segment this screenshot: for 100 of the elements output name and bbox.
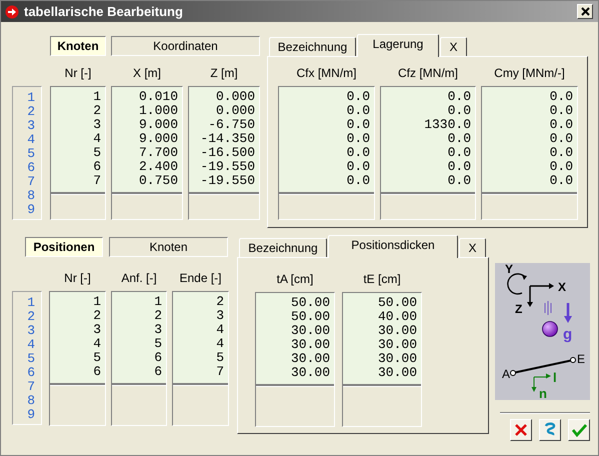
tab[interactable]: Bezeichnung xyxy=(269,37,356,56)
table-cell-text: 2.400 xyxy=(138,160,178,174)
table-cell-text: 4 xyxy=(92,337,101,351)
table-cell-text: 7.700 xyxy=(138,146,178,160)
table-cell-text: 30.00 xyxy=(290,366,330,380)
tab[interactable]: Bezeichnung xyxy=(239,238,327,257)
table-cell-text: 30.00 xyxy=(290,352,330,366)
table-cell-text: 6 xyxy=(92,160,101,174)
axis-label: Z xyxy=(515,302,522,316)
hatch-lines-icon xyxy=(544,300,552,316)
row-number: 5 xyxy=(27,147,35,161)
ok-button[interactable] xyxy=(568,419,590,441)
table-cell-text: 0.0 xyxy=(548,146,573,160)
window-title: tabellarische Bearbeitung xyxy=(24,4,183,19)
table-cell-text: 0.0 xyxy=(346,118,370,132)
column-header: tA [cm] xyxy=(276,271,314,287)
node-label: A xyxy=(502,367,510,381)
table-cell-text: 1.000 xyxy=(138,104,178,118)
row-number: 3 xyxy=(27,119,35,133)
table-cell-text: 50.00 xyxy=(290,296,330,310)
local-axes-drawing xyxy=(532,374,551,392)
row-number: 9 xyxy=(27,408,35,422)
axis-label: Y xyxy=(505,263,514,276)
table-cell-text: -16.500 xyxy=(199,146,255,160)
cancel-button[interactable] xyxy=(510,419,532,441)
axis-label: l xyxy=(553,370,557,385)
row-number: 1 xyxy=(27,91,35,105)
tab[interactable]: Lagerung xyxy=(357,34,439,57)
column-header: Cfx [MN/m] xyxy=(296,65,358,81)
table-cell-text: 40.00 xyxy=(376,310,417,324)
table-cell-text: 0.0 xyxy=(346,132,370,146)
table-cell-text: 7 xyxy=(92,174,101,188)
table-cell-text: 3 xyxy=(215,309,224,323)
row-number: 2 xyxy=(27,105,35,119)
table-cell-text: 0.750 xyxy=(138,174,178,188)
table-cell-text: 0.000 xyxy=(214,90,255,104)
row-number: 5 xyxy=(27,352,35,366)
table-cell-text: 5 xyxy=(215,351,224,365)
table-cell-text: 5 xyxy=(92,146,101,160)
axis-label: n xyxy=(539,386,547,400)
table-cell-text: 4 xyxy=(215,337,224,351)
table-cell-text: 6 xyxy=(92,365,101,379)
table-cell-text: 0.0 xyxy=(446,174,471,188)
column-header: Nr [-] xyxy=(63,270,92,286)
table-cell-text: 0.0 xyxy=(446,132,471,146)
table-cell-text: 30.00 xyxy=(290,324,330,338)
table-cell-text: 50.00 xyxy=(290,310,330,324)
table-cell-text: 0.0 xyxy=(548,132,573,146)
tab[interactable]: X xyxy=(459,238,486,257)
row-number: 2 xyxy=(27,310,35,324)
table-cell-text: 9.000 xyxy=(138,132,178,146)
table-cell-text: 30.00 xyxy=(376,366,417,380)
axis-label: X xyxy=(558,280,566,294)
table-cell-text: 5 xyxy=(153,337,162,351)
view-toggle-tab[interactable]: Knoten xyxy=(109,237,228,257)
table-cell-text: 3 xyxy=(153,323,162,337)
column-header: Ende [-] xyxy=(178,270,223,286)
node-label: E xyxy=(577,352,586,366)
row-number: 3 xyxy=(27,324,35,338)
table-cell-text: 7 xyxy=(215,365,224,379)
view-toggle-tab[interactable]: Positionen xyxy=(25,237,103,257)
view-toggle-tab[interactable]: Knoten xyxy=(50,36,106,56)
table-cell-text: 2 xyxy=(92,309,101,323)
table-cell-text: 30.00 xyxy=(290,338,330,352)
view-toggle-tab[interactable]: Koordinaten xyxy=(111,36,260,56)
table-cell-text: 0.0 xyxy=(346,104,370,118)
close-button[interactable] xyxy=(577,4,593,19)
sphere-icon xyxy=(542,321,558,337)
tab[interactable]: Positionsdicken xyxy=(328,235,458,258)
table-cell-text: 1 xyxy=(153,295,162,309)
row-number: 1 xyxy=(27,296,35,310)
table-cell-text: 0.0 xyxy=(548,118,573,132)
table-cell-text: 0.000 xyxy=(214,104,255,118)
row-number: 4 xyxy=(27,338,35,352)
table-cell-text: 1330.0 xyxy=(423,118,471,132)
table-cell-text: -6.750 xyxy=(207,118,255,132)
table-cell-text: 4 xyxy=(92,132,101,146)
table-cell-text: 1 xyxy=(92,295,101,309)
column-header: Anf. [-] xyxy=(120,270,158,286)
row-number: 6 xyxy=(27,366,35,380)
tab[interactable]: X xyxy=(440,37,467,56)
row-number: 9 xyxy=(27,203,35,217)
table-cell-text: 0.0 xyxy=(346,160,370,174)
table-cell-text: -19.550 xyxy=(199,160,255,174)
table-cell-text: 0.0 xyxy=(346,174,370,188)
close-icon xyxy=(514,423,528,437)
table-cell-text: 5 xyxy=(92,351,101,365)
help-button[interactable] xyxy=(539,419,561,441)
table-cell-text: 3 xyxy=(92,323,101,337)
row-number: 8 xyxy=(27,394,35,408)
table-cell-text: 6 xyxy=(153,351,162,365)
table-cell-text: 0.0 xyxy=(446,146,471,160)
table-cell-text: 0.0 xyxy=(548,104,573,118)
row-number: 8 xyxy=(27,189,35,203)
table-cell-text: 9.000 xyxy=(138,118,178,132)
table-cell-text: 4 xyxy=(215,323,224,337)
table-cell-text: 0.0 xyxy=(446,104,471,118)
gravity-arrow-icon xyxy=(564,303,572,323)
row-number: 4 xyxy=(27,133,35,147)
close-icon xyxy=(580,7,590,16)
